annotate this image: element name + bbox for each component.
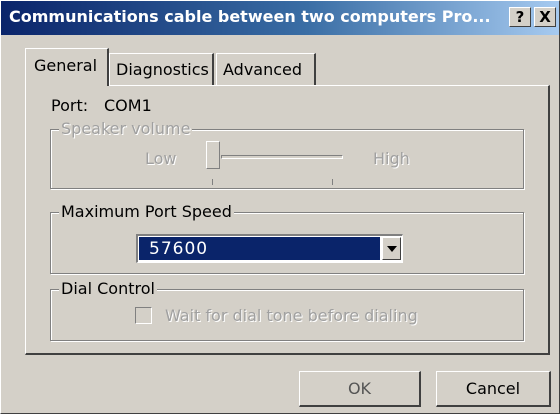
port-speed-value[interactable]: 57600	[139, 237, 380, 260]
slider-track	[221, 155, 343, 159]
close-button[interactable]: X	[534, 7, 556, 27]
speaker-volume-title: Speaker volume	[59, 119, 193, 138]
volume-low-label: Low	[145, 149, 177, 168]
port-value: COM1	[104, 96, 152, 115]
title-bar[interactable]: Communications cable between two compute…	[1, 1, 559, 35]
speaker-volume-group: Speaker volume	[50, 119, 524, 189]
chevron-down-icon	[387, 246, 397, 252]
window-title: Communications cable between two compute…	[9, 7, 491, 26]
volume-high-label: High	[373, 149, 410, 168]
properties-dialog: Communications cable between two compute…	[0, 0, 560, 414]
slider-tick-min	[212, 179, 213, 185]
wait-dial-tone-label: Wait for dial tone before dialing	[165, 306, 418, 325]
max-port-speed-title: Maximum Port Speed	[59, 202, 234, 221]
tab-advanced[interactable]: Advanced	[216, 53, 316, 85]
ok-button[interactable]: OK	[299, 371, 421, 407]
port-speed-select[interactable]: 57600	[136, 234, 403, 263]
cancel-button[interactable]: Cancel	[436, 371, 551, 407]
port-speed-dropdown-button[interactable]	[382, 237, 401, 260]
dial-control-title: Dial Control	[59, 279, 157, 298]
wait-dial-tone-checkbox[interactable]	[135, 307, 152, 324]
slider-tick-max	[332, 179, 333, 185]
help-button[interactable]: ?	[509, 7, 531, 27]
tab-diagnostics[interactable]: Diagnostics	[109, 53, 214, 85]
port-label: Port:	[51, 96, 89, 115]
tab-general[interactable]: General	[25, 48, 109, 86]
slider-thumb	[206, 141, 220, 169]
